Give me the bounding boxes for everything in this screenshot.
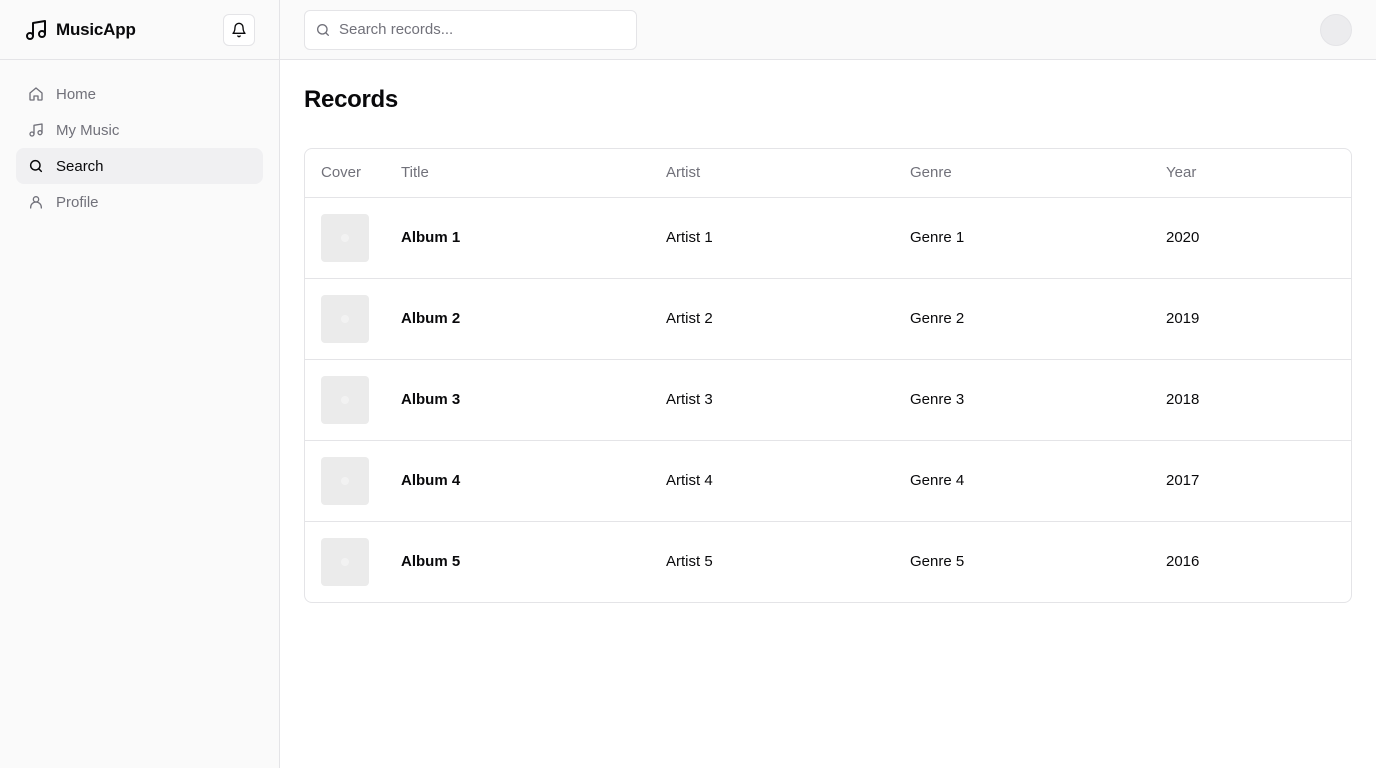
genre-cell: Genre 5 [910, 553, 965, 571]
sidebar-header: MusicApp [0, 0, 279, 60]
column-header-title: Title [385, 149, 650, 198]
album-cover-placeholder [321, 294, 369, 343]
year-cell: 2019 [1150, 278, 1351, 360]
records-table: Cover Title Artist Genre Year Album 1 Ar… [305, 149, 1351, 602]
cover-cell [305, 440, 385, 522]
disc-icon [341, 314, 349, 323]
table-row[interactable]: Album 1 Artist 1 Genre 1 2020 [305, 197, 1351, 279]
genre-cell: Genre 4 [894, 440, 1150, 522]
disc-icon [341, 476, 349, 485]
sidebar-item-search[interactable]: Search [16, 148, 263, 184]
sidebar-item-label: Search [56, 157, 104, 175]
search-input[interactable] [339, 21, 626, 38]
bell-icon [231, 22, 247, 38]
topbar [280, 0, 1376, 60]
title-cell: Album 1 [385, 197, 650, 279]
sidebar-nav: Home My Music Search Profile [0, 60, 279, 236]
search-box[interactable] [304, 9, 637, 50]
genre-cell: Genre 3 [894, 359, 1150, 441]
artist-cell: Artist 3 [650, 359, 894, 441]
artist-cell: Artist 4 [650, 440, 894, 522]
home-icon [28, 86, 44, 102]
sidebar-item-my-music[interactable]: My Music [16, 112, 263, 148]
sidebar-item-label: My Music [56, 121, 120, 139]
app-name: MusicApp [56, 19, 136, 39]
year-cell: 2017 [1150, 440, 1351, 522]
sidebar-item-profile[interactable]: Profile [16, 184, 263, 220]
main-area: Records Cover Title Artist Genre Year [280, 0, 1376, 768]
year-cell: 2018 [1150, 359, 1351, 441]
year-cell: 2020 [1150, 197, 1351, 279]
brand[interactable]: MusicApp [24, 18, 136, 42]
year-cell: 2016 [1166, 553, 1200, 571]
cover-cell [305, 521, 385, 602]
notifications-button[interactable] [223, 13, 255, 46]
column-header-genre: Genre [894, 149, 1150, 198]
page-title: Records [304, 86, 398, 113]
artist-cell: Artist 2 [650, 278, 894, 360]
records-table-card: Cover Title Artist Genre Year Album 1 Ar… [304, 148, 1352, 603]
disc-icon [341, 395, 349, 404]
music-note-icon [24, 18, 48, 42]
avatar[interactable] [1320, 13, 1352, 46]
music-note-icon [28, 122, 44, 138]
sidebar: MusicApp Home My Music Search Profile [0, 0, 280, 768]
artist-cell: Artist 5 [666, 553, 713, 571]
table-row[interactable]: Album 3 Artist 3 Genre 3 2018 [305, 359, 1351, 441]
title-cell: Album 4 [385, 440, 650, 522]
column-header-cover: Cover [305, 149, 385, 198]
title-cell: Album 2 [385, 278, 650, 360]
sidebar-item-home[interactable]: Home [16, 76, 263, 112]
title-cell: Album 5 [401, 553, 461, 571]
disc-icon [341, 233, 349, 242]
table-row[interactable]: Album 5 Artist 5 Genre 5 2016 [305, 521, 1351, 602]
search-icon [315, 22, 331, 38]
app-root: MusicApp Home My Music Search Profile Se… [0, 0, 1376, 768]
disc-icon [341, 557, 349, 566]
table-row[interactable]: Album 4 Artist 4 Genre 4 2017 [305, 440, 1351, 522]
user-icon [28, 194, 44, 210]
album-cover-placeholder [321, 375, 369, 424]
content: Records Cover Title Artist Genre Year Al… [280, 60, 1376, 627]
cover-cell [305, 359, 385, 441]
table-header-row: Cover Title Artist Genre Year [305, 149, 1351, 198]
genre-cell: Genre 1 [894, 197, 1150, 279]
album-cover-placeholder [321, 456, 369, 505]
cover-cell [305, 278, 385, 360]
search-icon [28, 158, 44, 174]
cover-cell [305, 197, 385, 279]
album-cover-placeholder [321, 537, 369, 586]
album-cover-placeholder [321, 213, 369, 262]
artist-cell: Artist 1 [650, 197, 894, 279]
table-row[interactable]: Album 2 Artist 2 Genre 2 2019 [305, 278, 1351, 360]
genre-cell: Genre 2 [894, 278, 1150, 360]
sidebar-item-label: Profile [56, 193, 99, 211]
column-header-artist: Artist [650, 149, 894, 198]
column-header-year: Year [1150, 149, 1351, 198]
sidebar-item-label: Home [56, 85, 97, 103]
title-cell: Album 3 [385, 359, 650, 441]
